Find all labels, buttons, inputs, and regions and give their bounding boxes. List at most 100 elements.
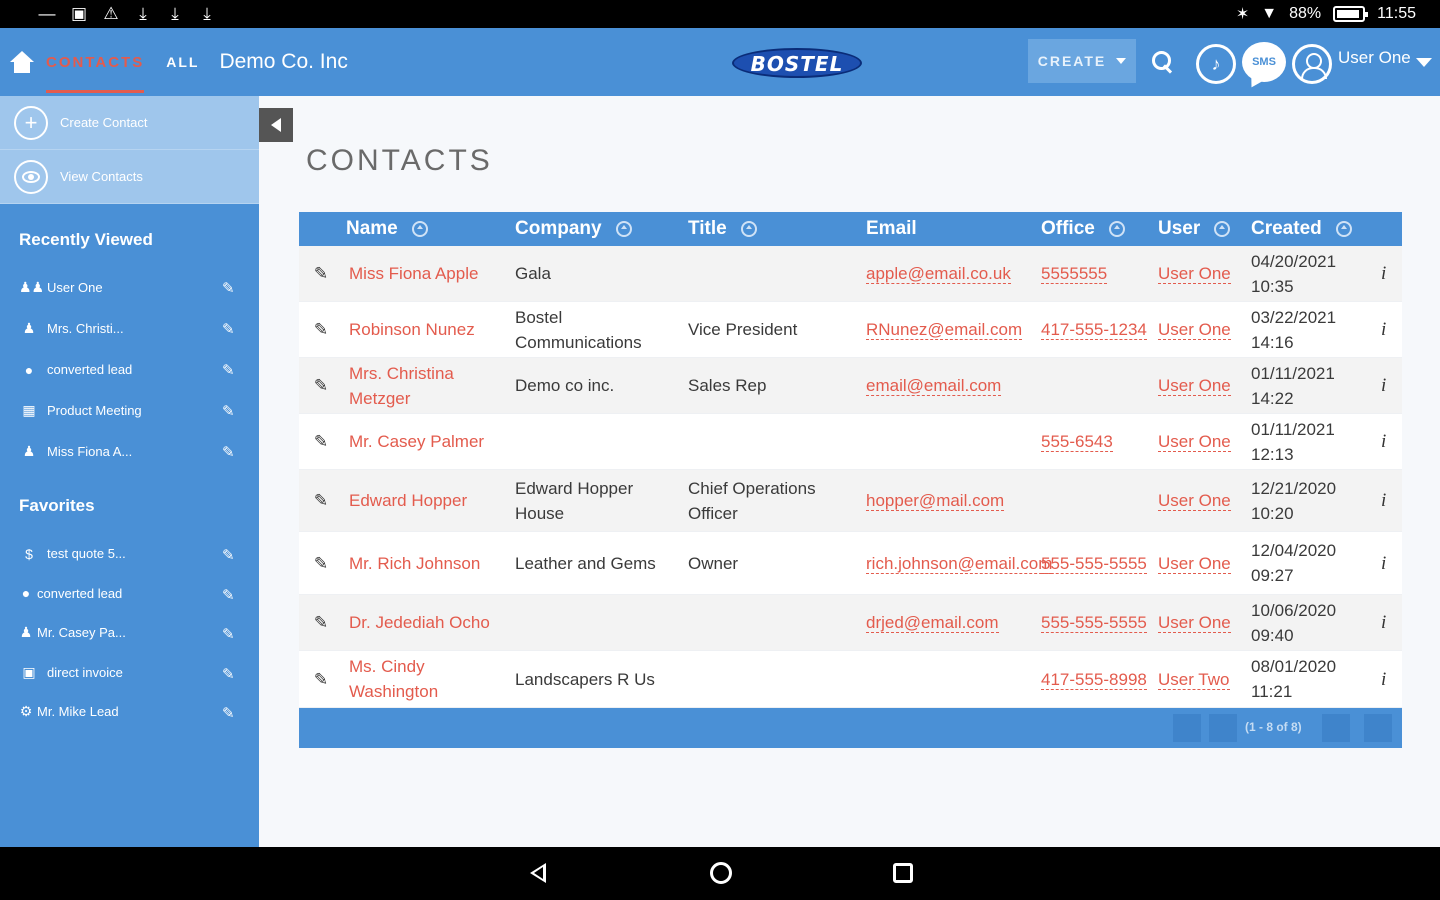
pencil-icon[interactable]: ✎	[222, 586, 238, 604]
info-icon[interactable]: i	[1381, 551, 1402, 576]
cell-email[interactable]: apple@email.co.uk	[866, 261, 1041, 286]
create-button[interactable]: CREATE	[1028, 39, 1136, 83]
home-icon[interactable]	[10, 51, 34, 73]
cell-office[interactable]: 417-555-1234	[1041, 317, 1158, 342]
info-icon[interactable]: i	[1381, 610, 1402, 635]
create-contact-action[interactable]: + Create Contact	[0, 96, 259, 150]
view-contacts-action[interactable]: View Contacts	[0, 150, 259, 204]
first-page-button[interactable]	[1173, 714, 1201, 742]
favorite-item[interactable]: ▣ direct invoice ✎	[0, 653, 259, 693]
favorite-item[interactable]: $ test quote 5... ✎	[0, 534, 259, 574]
table-row[interactable]: ✎ Mr. Rich Johnson Leather and Gems Owner ri…	[299, 532, 1402, 595]
pencil-icon[interactable]: ✎	[222, 704, 238, 722]
search-icon[interactable]	[1152, 51, 1174, 73]
favorite-item[interactable]: ⚙ Mr. Mike Lead ✎	[0, 692, 259, 732]
cell-name[interactable]: Dr. Jedediah Ocho	[349, 610, 515, 635]
nav-all-tab[interactable]: ALL	[166, 54, 199, 70]
prev-page-button[interactable]	[1209, 714, 1237, 742]
home-circle-icon[interactable]	[710, 862, 732, 884]
bell-icon[interactable]: ♪	[1196, 44, 1236, 84]
user-menu-name[interactable]: User One	[1338, 48, 1411, 68]
pencil-icon[interactable]: ✎	[299, 261, 349, 286]
recent-item[interactable]: ♟ Miss Fiona A... ✎	[0, 431, 259, 472]
recents-icon[interactable]	[893, 863, 913, 883]
favorite-item[interactable]: ♟ Mr. Casey Pa... ✎	[0, 613, 259, 653]
sms-icon[interactable]: SMS	[1242, 42, 1286, 82]
company-name[interactable]: Demo Co. Inc	[219, 50, 347, 74]
pencil-icon[interactable]: ✎	[299, 429, 349, 454]
pencil-icon[interactable]: ✎	[222, 665, 238, 683]
recent-item[interactable]: ▦ Product Meeting ✎	[0, 390, 259, 431]
cell-name[interactable]: Mrs. Christina Metzger	[349, 361, 515, 411]
pencil-icon[interactable]: ✎	[299, 610, 349, 635]
sort-icon[interactable]	[1108, 221, 1125, 237]
next-page-button[interactable]	[1322, 714, 1350, 742]
cell-name[interactable]: Robinson Nunez	[349, 317, 515, 342]
favorite-item[interactable]: ● converted lead ✎	[0, 574, 259, 614]
pencil-icon[interactable]: ✎	[222, 546, 238, 564]
cell-name[interactable]: Ms. Cindy Washington	[349, 654, 515, 704]
cell-user[interactable]: User One	[1158, 551, 1251, 576]
cell-office[interactable]: 417-555-8998	[1041, 667, 1158, 692]
collapse-sidebar-button[interactable]	[259, 108, 293, 142]
column-header-company[interactable]: Company	[515, 218, 688, 240]
table-row[interactable]: ✎ Mr. Casey Palmer 555-6543 User One 01/11/2…	[299, 414, 1402, 470]
cell-name[interactable]: Miss Fiona Apple	[349, 261, 515, 286]
column-header-user[interactable]: User	[1158, 218, 1251, 240]
info-icon[interactable]: i	[1381, 429, 1402, 454]
pencil-icon[interactable]: ✎	[299, 551, 349, 576]
last-page-button[interactable]	[1364, 714, 1392, 742]
pencil-icon[interactable]: ✎	[222, 625, 238, 643]
pencil-icon[interactable]: ✎	[222, 402, 238, 420]
cell-user[interactable]: User One	[1158, 261, 1251, 286]
table-row[interactable]: ✎ Dr. Jedediah Ocho drjed@email.com 555-555…	[299, 595, 1402, 651]
table-row[interactable]: ✎ Ms. Cindy Washington Landscapers R Us 417…	[299, 651, 1402, 708]
sort-icon[interactable]	[1214, 221, 1231, 237]
cell-name[interactable]: Mr. Rich Johnson	[349, 551, 515, 576]
table-row[interactable]: ✎ Miss Fiona Apple Gala apple@email.co.uk 55…	[299, 246, 1402, 302]
pencil-icon[interactable]: ✎	[222, 279, 238, 297]
info-icon[interactable]: i	[1381, 261, 1402, 286]
table-row[interactable]: ✎ Mrs. Christina Metzger Demo co inc. Sales…	[299, 358, 1402, 414]
cell-email[interactable]: hopper@mail.com	[866, 488, 1041, 513]
pencil-icon[interactable]: ✎	[222, 443, 238, 461]
column-header-office[interactable]: Office	[1041, 218, 1158, 240]
pencil-icon[interactable]: ✎	[299, 373, 349, 398]
column-header-created[interactable]: Created	[1251, 218, 1402, 240]
pencil-icon[interactable]: ✎	[299, 488, 349, 513]
pencil-icon[interactable]: ✎	[222, 361, 238, 379]
column-header-name[interactable]: Name	[299, 218, 515, 240]
cell-office[interactable]: 555-6543	[1041, 429, 1158, 454]
cell-user[interactable]: User One	[1158, 317, 1251, 342]
sort-icon[interactable]	[1335, 221, 1352, 237]
info-icon[interactable]: i	[1381, 488, 1402, 513]
info-icon[interactable]: i	[1381, 317, 1402, 342]
cell-user[interactable]: User One	[1158, 429, 1251, 454]
cell-office[interactable]: 555-555-5555	[1041, 551, 1158, 576]
recent-item[interactable]: ♟ Mrs. Christi... ✎	[0, 308, 259, 349]
table-row[interactable]: ✎ Robinson Nunez Bostel Communications Vice…	[299, 302, 1402, 358]
table-row[interactable]: ✎ Edward Hopper Edward Hopper House Chief O…	[299, 470, 1402, 532]
sort-icon[interactable]	[411, 221, 428, 237]
cell-email[interactable]: email@email.com	[866, 373, 1041, 398]
column-header-email[interactable]: Email	[866, 218, 1041, 240]
cell-name[interactable]: Edward Hopper	[349, 488, 515, 513]
chevron-down-icon[interactable]	[1416, 58, 1432, 67]
user-avatar-icon[interactable]	[1292, 44, 1332, 84]
nav-contacts-tab[interactable]: CONTACTS	[46, 54, 145, 93]
cell-email[interactable]: rich.johnson@email.com	[866, 551, 1053, 576]
cell-user[interactable]: User One	[1158, 373, 1251, 398]
cell-email[interactable]: drjed@email.com	[866, 610, 1041, 635]
column-header-title[interactable]: Title	[688, 218, 866, 240]
pencil-icon[interactable]: ✎	[299, 667, 349, 692]
cell-office[interactable]: 555-555-5555	[1041, 610, 1158, 635]
info-icon[interactable]: i	[1381, 667, 1402, 692]
cell-user[interactable]: User One	[1158, 610, 1251, 635]
recent-item[interactable]: ♟♟ User One ✎	[0, 267, 259, 308]
info-icon[interactable]: i	[1381, 373, 1402, 398]
pencil-icon[interactable]: ✎	[299, 317, 349, 342]
sort-icon[interactable]	[615, 221, 632, 237]
sort-icon[interactable]	[740, 221, 757, 237]
recent-item[interactable]: ● converted lead ✎	[0, 349, 259, 390]
pencil-icon[interactable]: ✎	[222, 320, 238, 338]
